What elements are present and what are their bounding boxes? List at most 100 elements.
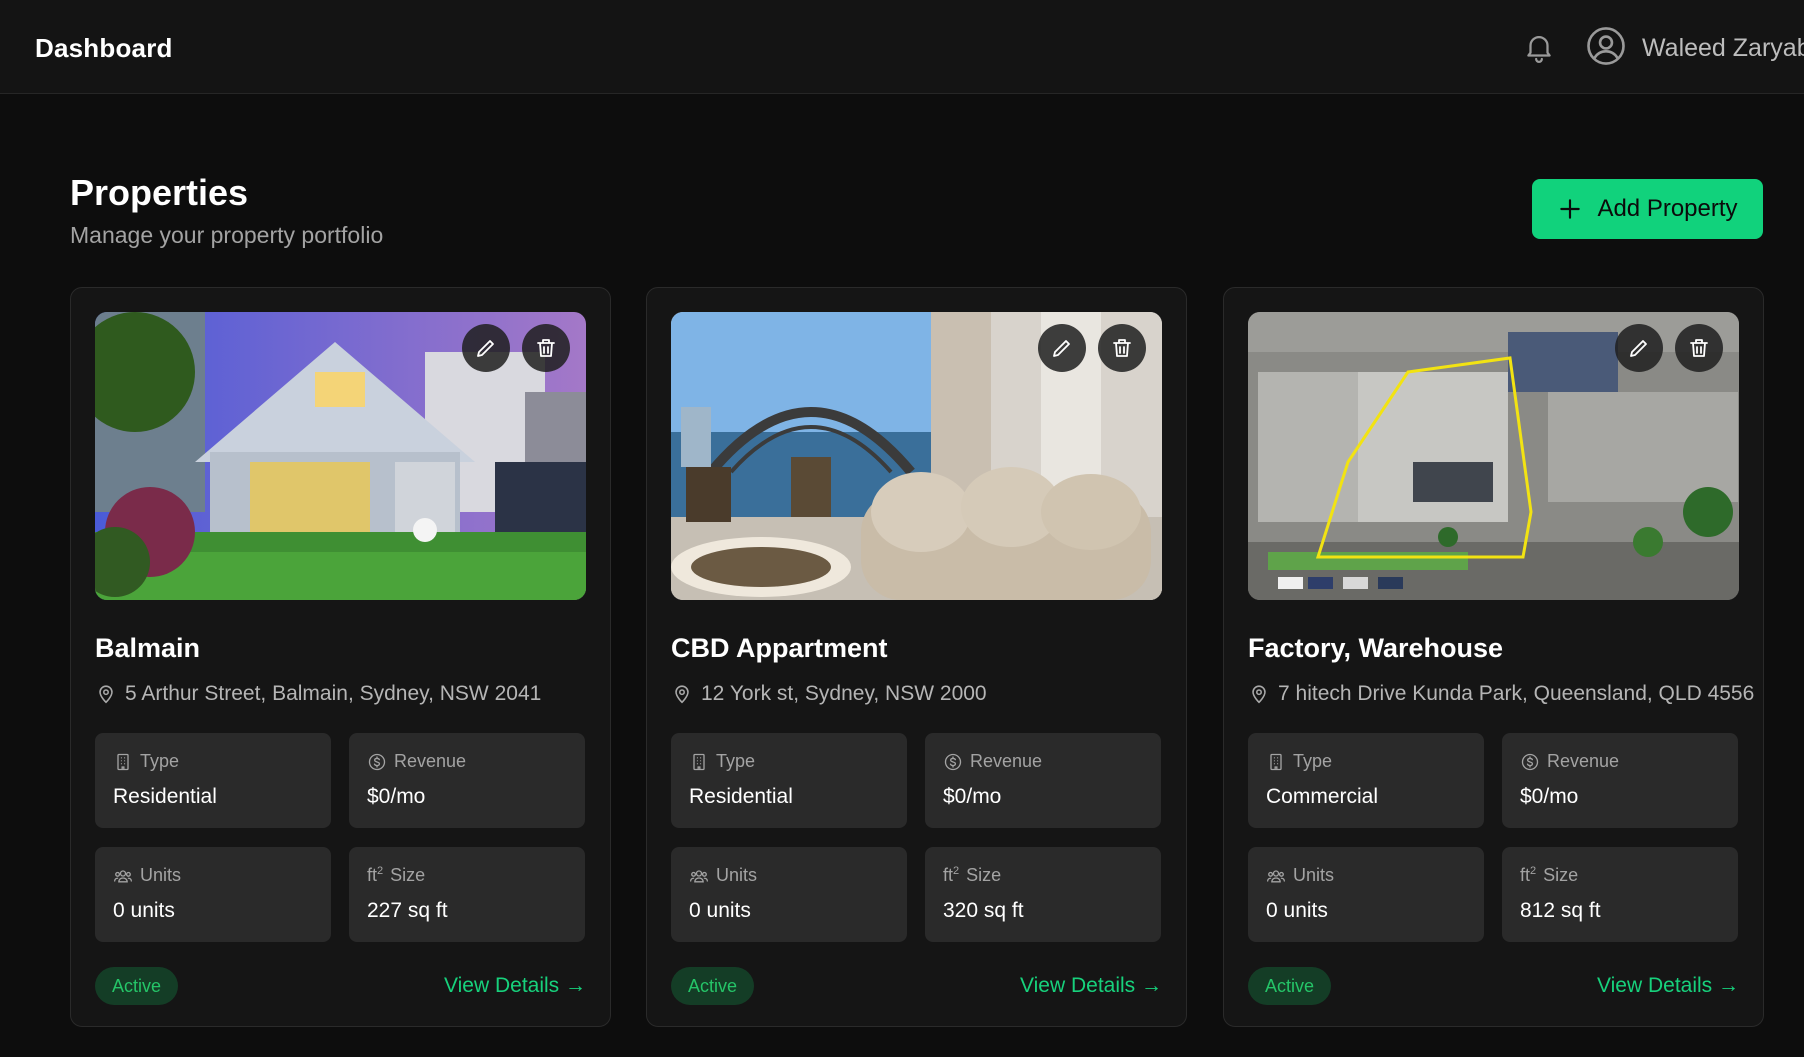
building-icon	[113, 752, 133, 772]
view-details-link[interactable]: View Details →	[1020, 974, 1162, 998]
view-details-link[interactable]: View Details →	[444, 974, 586, 998]
type-label: Type	[140, 751, 180, 771]
revenue-stat: Revenue $0/mo	[349, 733, 585, 828]
trash-icon	[1110, 336, 1134, 360]
type-stat: Type Commercial	[1248, 733, 1484, 828]
type-value: Residential	[689, 785, 793, 808]
revenue-label: Revenue	[394, 751, 467, 771]
property-address: 12 York st, Sydney, NSW 2000	[671, 682, 987, 706]
address-text: 7 hitech Drive Kunda Park, Queensland, Q…	[1278, 682, 1755, 705]
property-name[interactable]: CBD Appartment	[671, 633, 888, 664]
ft-sup: 2	[953, 865, 960, 877]
building-icon	[1266, 752, 1286, 772]
address-text: 12 York st, Sydney, NSW 2000	[701, 682, 987, 705]
type-value: Residential	[113, 785, 217, 808]
dollar-icon	[943, 752, 963, 772]
app-title: Dashboard	[35, 33, 173, 63]
type-label: Type	[1293, 751, 1333, 771]
property-image[interactable]	[671, 312, 1162, 600]
dollar-icon	[367, 752, 387, 772]
status-badge: Active	[95, 967, 179, 1005]
size-label: Size	[966, 865, 1002, 885]
size-label: Size	[1543, 865, 1579, 885]
units-value: 0 units	[113, 899, 175, 922]
delete-button[interactable]	[1098, 324, 1146, 372]
size-value: 320 sq ft	[943, 899, 1024, 922]
location-pin-icon	[95, 683, 117, 705]
edit-button[interactable]	[1615, 324, 1663, 372]
size-value: 227 sq ft	[367, 899, 448, 922]
property-address: 5 Arthur Street, Balmain, Sydney, NSW 20…	[95, 682, 541, 706]
edit-button[interactable]	[462, 324, 510, 372]
ft-text: ft	[367, 865, 378, 885]
property-address: 7 hitech Drive Kunda Park, Queensland, Q…	[1248, 682, 1754, 706]
revenue-value: $0/mo	[367, 785, 426, 808]
trash-icon	[1687, 336, 1711, 360]
view-details-link[interactable]: View Details →	[1597, 974, 1739, 998]
status-badge: Active	[1248, 967, 1332, 1005]
house-photo	[95, 312, 586, 600]
revenue-label: Revenue	[1547, 751, 1620, 771]
building-icon	[689, 752, 709, 772]
property-image[interactable]	[1248, 312, 1739, 600]
property-card: Balmain 5 Arthur Street, Balmain, Sydney…	[70, 287, 611, 1027]
type-stat: Type Residential	[95, 733, 331, 828]
units-stat: Units 0 units	[95, 847, 331, 942]
location-pin-icon	[671, 683, 693, 705]
units-value: 0 units	[1266, 899, 1328, 922]
size-stat: ft2 Size 320 sq ft	[925, 847, 1161, 942]
top-bar: Dashboard Waleed Zaryab	[0, 0, 1804, 94]
size-stat: ft2 Size 227 sq ft	[349, 847, 585, 942]
delete-button[interactable]	[522, 324, 570, 372]
page-title: Properties	[70, 172, 249, 213]
square-feet-icon: ft2	[943, 865, 959, 886]
revenue-stat: Revenue $0/mo	[1502, 733, 1738, 828]
property-card: Factory, Warehouse 7 hitech Drive Kunda …	[1223, 287, 1764, 1027]
edit-button[interactable]	[1038, 324, 1086, 372]
square-feet-icon: ft2	[1520, 865, 1536, 886]
units-stat: Units 0 units	[1248, 847, 1484, 942]
plus-icon	[1560, 199, 1581, 219]
address-text: 5 Arthur Street, Balmain, Sydney, NSW 20…	[125, 682, 542, 705]
user-avatar-icon[interactable]	[1585, 25, 1627, 67]
type-label: Type	[716, 751, 756, 771]
property-image[interactable]	[95, 312, 586, 600]
add-property-button[interactable]: Add Property	[1532, 179, 1763, 239]
revenue-stat: Revenue $0/mo	[925, 733, 1161, 828]
dollar-icon	[1520, 752, 1540, 772]
location-pin-icon	[1248, 683, 1270, 705]
square-feet-icon: ft2	[367, 865, 383, 886]
ft-text: ft	[1520, 865, 1531, 885]
units-label: Units	[716, 865, 758, 885]
units-label: Units	[140, 865, 182, 885]
users-icon	[113, 866, 133, 886]
ft-sup: 2	[1530, 865, 1537, 877]
revenue-value: $0/mo	[1520, 785, 1579, 808]
delete-button[interactable]	[1675, 324, 1723, 372]
property-card: CBD Appartment 12 York st, Sydney, NSW 2…	[646, 287, 1187, 1027]
warehouse-aerial-photo	[1248, 312, 1739, 600]
revenue-value: $0/mo	[943, 785, 1002, 808]
pencil-icon	[474, 336, 498, 360]
units-stat: Units 0 units	[671, 847, 907, 942]
users-icon	[689, 866, 709, 886]
users-icon	[1266, 866, 1286, 886]
bell-icon[interactable]	[1522, 30, 1556, 64]
page-subtitle: Manage your property portfolio	[70, 222, 384, 248]
property-name[interactable]: Factory, Warehouse	[1248, 633, 1503, 664]
units-label: Units	[1293, 865, 1335, 885]
pencil-icon	[1050, 336, 1074, 360]
trash-icon	[534, 336, 558, 360]
pencil-icon	[1627, 336, 1651, 360]
ft-sup: 2	[377, 865, 384, 877]
user-name[interactable]: Waleed Zaryab	[1642, 34, 1804, 63]
revenue-label: Revenue	[970, 751, 1043, 771]
apartment-photo	[671, 312, 1162, 600]
units-value: 0 units	[689, 899, 751, 922]
size-value: 812 sq ft	[1520, 899, 1601, 922]
add-property-label: Add Property	[1597, 195, 1738, 222]
property-name[interactable]: Balmain	[95, 633, 200, 664]
type-value: Commercial	[1266, 785, 1379, 808]
status-badge: Active	[671, 967, 755, 1005]
type-stat: Type Residential	[671, 733, 907, 828]
